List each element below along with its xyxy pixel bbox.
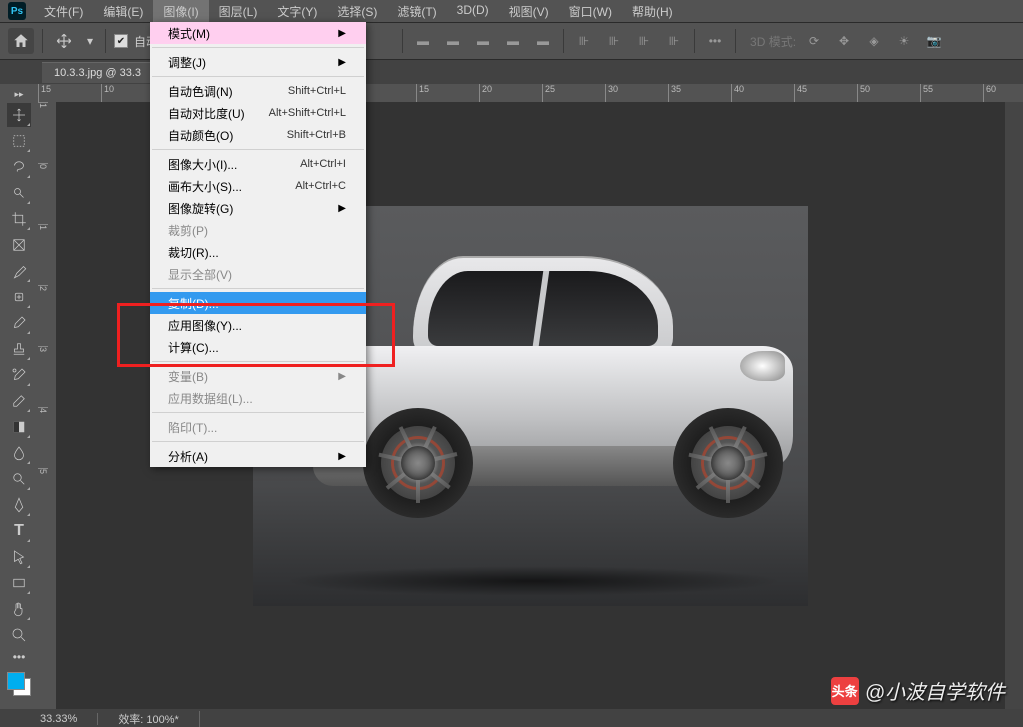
auto-select-checkbox[interactable]: ✔ bbox=[114, 34, 128, 48]
menu-帮助[interactable]: 帮助(H) bbox=[622, 0, 683, 23]
menu-编辑[interactable]: 编辑(E) bbox=[93, 0, 153, 23]
menu-图像[interactable]: 图像(I) bbox=[153, 0, 208, 23]
home-icon[interactable] bbox=[8, 28, 34, 54]
toolbox: ▸▸ T ••• bbox=[0, 84, 39, 709]
blur-tool[interactable] bbox=[7, 441, 31, 465]
mode-3d-label: 3D 模式: bbox=[750, 33, 796, 50]
align-top-icon[interactable]: ▬ bbox=[501, 30, 525, 52]
status-bar: 33.33% 效率: 100%* bbox=[0, 709, 1023, 727]
menu-图层[interactable]: 图层(L) bbox=[209, 0, 268, 23]
eyedropper-tool[interactable] bbox=[7, 259, 31, 283]
menu-item-自动颜色O[interactable]: 自动颜色(O)Shift+Ctrl+B bbox=[150, 124, 366, 146]
distribute-h-icon[interactable]: ⊪ bbox=[572, 30, 596, 52]
menu-item-变量B: 变量(B)▶ bbox=[150, 365, 366, 387]
type-tool[interactable]: T bbox=[7, 519, 31, 543]
menu-item-计算C[interactable]: 计算(C)... bbox=[150, 336, 366, 358]
zoom-tool[interactable] bbox=[7, 623, 31, 647]
menu-item-裁切R[interactable]: 裁切(R)... bbox=[150, 241, 366, 263]
menu-视图[interactable]: 视图(V) bbox=[499, 0, 559, 23]
menu-item-自动对比度U[interactable]: 自动对比度(U)Alt+Shift+Ctrl+L bbox=[150, 102, 366, 124]
distribute-icon2[interactable]: ⊪ bbox=[662, 30, 686, 52]
quick-select-tool[interactable] bbox=[7, 181, 31, 205]
align-right-icon[interactable]: ▬ bbox=[471, 30, 495, 52]
menu-item-陷印T: 陷印(T)... bbox=[150, 416, 366, 438]
zoom-level[interactable]: 33.33% bbox=[40, 713, 98, 725]
menu-窗口[interactable]: 窗口(W) bbox=[559, 0, 622, 23]
menu-item-复制D[interactable]: 复制(D)... bbox=[150, 292, 366, 314]
pen-tool[interactable] bbox=[7, 493, 31, 517]
app-logo: Ps bbox=[8, 2, 26, 20]
menu-3D[interactable]: 3D(D) bbox=[447, 0, 499, 23]
watermark-logo: 头条 bbox=[831, 677, 859, 705]
menu-item-应用图像Y[interactable]: 应用图像(Y)... bbox=[150, 314, 366, 336]
gradient-tool[interactable] bbox=[7, 415, 31, 439]
dodge-tool[interactable] bbox=[7, 467, 31, 491]
align-left-icon[interactable]: ▬ bbox=[411, 30, 435, 52]
watermark-text: @小波自学软件 bbox=[865, 676, 1005, 705]
align-center-icon[interactable]: ▬ bbox=[441, 30, 465, 52]
rectangle-tool[interactable] bbox=[7, 571, 31, 595]
menu-item-分析A[interactable]: 分析(A)▶ bbox=[150, 445, 366, 467]
3d-pan-icon[interactable]: ✥ bbox=[832, 30, 856, 52]
brush-tool[interactable] bbox=[7, 311, 31, 335]
menu-文字[interactable]: 文字(Y) bbox=[267, 0, 327, 23]
marquee-tool[interactable] bbox=[7, 129, 31, 153]
dropdown-icon[interactable]: ▾ bbox=[83, 28, 97, 54]
menu-item-图像大小I[interactable]: 图像大小(I)...Alt+Ctrl+I bbox=[150, 153, 366, 175]
menu-滤镜[interactable]: 滤镜(T) bbox=[387, 0, 446, 23]
lasso-tool[interactable] bbox=[7, 155, 31, 179]
crop-tool[interactable] bbox=[7, 207, 31, 231]
stamp-tool[interactable] bbox=[7, 337, 31, 361]
watermark: 头条 @小波自学软件 bbox=[831, 676, 1005, 705]
hand-tool[interactable] bbox=[7, 597, 31, 621]
eraser-tool[interactable] bbox=[7, 389, 31, 413]
image-menu-dropdown: 模式(M)▶ 调整(J)▶ 自动色调(N)Shift+Ctrl+L自动对比度(U)A… bbox=[150, 22, 366, 467]
efficiency-label[interactable]: 效率: 100%* bbox=[118, 711, 200, 727]
path-select-tool[interactable] bbox=[7, 545, 31, 569]
menu-item-画布大小S[interactable]: 画布大小(S)...Alt+Ctrl+C bbox=[150, 175, 366, 197]
menu-item-图像旋转G[interactable]: 图像旋转(G)▶ bbox=[150, 197, 366, 219]
3d-orbit-icon[interactable]: ⟳ bbox=[802, 30, 826, 52]
ruler-vertical[interactable]: 1012345 bbox=[38, 102, 57, 727]
move-tool-icon[interactable] bbox=[51, 28, 77, 54]
edit-toolbar-icon[interactable]: ••• bbox=[7, 649, 31, 665]
frame-tool[interactable] bbox=[7, 233, 31, 257]
menu-item-显示全部V: 显示全部(V) bbox=[150, 263, 366, 285]
3d-light-icon[interactable]: ☀ bbox=[892, 30, 916, 52]
align-middle-icon[interactable]: ▬ bbox=[531, 30, 555, 52]
move-tool[interactable] bbox=[7, 103, 31, 127]
distribute-icon[interactable]: ⊪ bbox=[632, 30, 656, 52]
history-brush-tool[interactable] bbox=[7, 363, 31, 387]
healing-tool[interactable] bbox=[7, 285, 31, 309]
menu-item-裁剪P: 裁剪(P) bbox=[150, 219, 366, 241]
menu-item-自动色调N[interactable]: 自动色调(N)Shift+Ctrl+L bbox=[150, 80, 366, 102]
fg-color-swatch[interactable] bbox=[7, 672, 25, 690]
scrollbar-vertical[interactable] bbox=[1005, 102, 1023, 709]
collapse-icon[interactable]: ▸▸ bbox=[7, 87, 31, 101]
menu-选择[interactable]: 选择(S) bbox=[327, 0, 387, 23]
color-swatches[interactable] bbox=[7, 672, 31, 696]
3d-zoom-icon[interactable]: ◈ bbox=[862, 30, 886, 52]
more-icon[interactable]: ••• bbox=[703, 30, 727, 52]
menu-bar: Ps 文件(F)编辑(E)图像(I)图层(L)文字(Y)选择(S)滤镜(T)3D… bbox=[0, 0, 1023, 23]
3d-camera-icon[interactable]: 📷 bbox=[922, 30, 946, 52]
menu-item-模式M[interactable]: 模式(M)▶ bbox=[150, 22, 366, 44]
document-tab[interactable]: 10.3.3.jpg @ 33.3 bbox=[42, 62, 153, 83]
distribute-v-icon[interactable]: ⊪ bbox=[602, 30, 626, 52]
menu-文件[interactable]: 文件(F) bbox=[34, 0, 93, 23]
menu-item-应用数据组L: 应用数据组(L)... bbox=[150, 387, 366, 409]
menu-item-调整J[interactable]: 调整(J)▶ bbox=[150, 51, 366, 73]
